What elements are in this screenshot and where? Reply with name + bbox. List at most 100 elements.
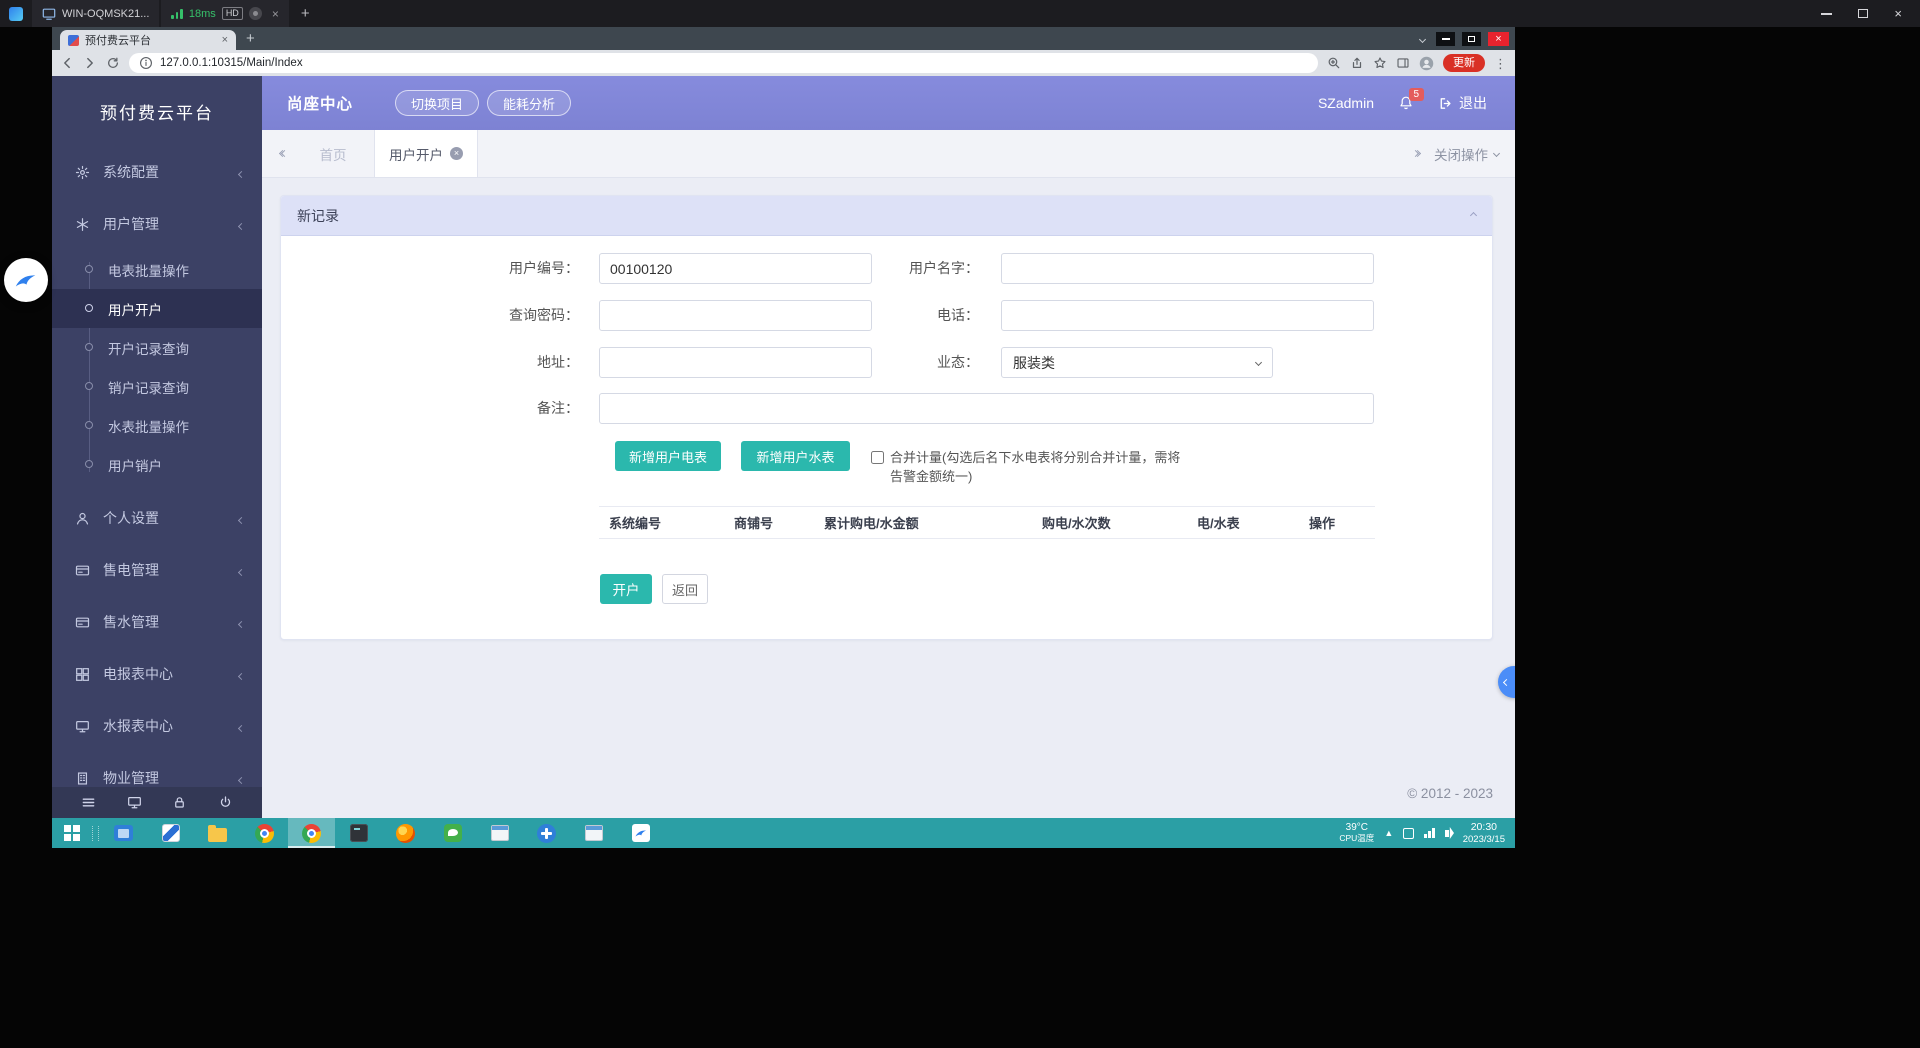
browser-close-button[interactable]: × (1488, 32, 1509, 46)
refresh-icon[interactable] (106, 56, 120, 70)
taskbar-app-5-active[interactable] (288, 818, 335, 848)
new-session-button[interactable]: + (301, 6, 310, 21)
taskbar-app-11[interactable] (570, 818, 617, 848)
profile-avatar[interactable] (1419, 56, 1434, 71)
site-info-icon[interactable] (139, 56, 153, 70)
phone-label: 电话： (809, 300, 979, 331)
lock-icon[interactable] (172, 795, 187, 810)
add-electric-meter-button[interactable]: 新增用户电表 (615, 441, 721, 471)
browser-tab-title: 预付费云平台 (85, 32, 216, 48)
clock-date: 2023/3/15 (1463, 834, 1505, 846)
taskbar-app-9[interactable] (476, 818, 523, 848)
bookmark-star-icon[interactable] (1373, 56, 1387, 70)
sidebar-subitem-meter-batch-ops[interactable]: 电表批量操作 (52, 250, 262, 289)
logout-label: 退出 (1459, 93, 1487, 113)
share-icon[interactable] (1350, 56, 1364, 70)
add-water-meter-button[interactable]: 新增用户水表 (741, 441, 850, 471)
sidebar-item-personal-settings[interactable]: 个人设置 (52, 492, 262, 544)
user-name-label: 用户名字： (809, 253, 979, 284)
close-operations-dropdown[interactable]: 关闭操作 (1434, 144, 1499, 164)
maximize-icon[interactable] (1858, 9, 1868, 18)
remark-input[interactable] (599, 393, 1374, 424)
taskbar-clock[interactable]: 20:30 2023/3/15 (1463, 821, 1505, 846)
taskbar-app-6[interactable] (335, 818, 382, 848)
network-icon[interactable] (1424, 828, 1435, 838)
sidebar-item-electricity-sales[interactable]: 售电管理 (52, 544, 262, 596)
phone-input[interactable] (1001, 300, 1374, 331)
content-area: 新记录 用户编号： 用户名字： 查询密码： 电话： 地址： (262, 178, 1515, 818)
power-icon[interactable] (218, 795, 233, 810)
hamburger-menu-icon[interactable] (81, 795, 96, 810)
collapse-panel-icon[interactable] (1471, 213, 1476, 218)
sidebar-subitem-user-close-account[interactable]: 用户销户 (52, 445, 262, 484)
chevron-down-icon (1255, 359, 1262, 366)
panel-header: 新记录 (281, 196, 1492, 236)
zoom-icon[interactable] (1327, 56, 1341, 70)
tab-close-icon[interactable]: × (450, 147, 463, 160)
taskbar-app-7[interactable] (382, 818, 429, 848)
tab-search-icon[interactable] (1420, 37, 1425, 42)
browser-minimize-button[interactable] (1436, 32, 1455, 46)
open-account-button[interactable]: 开户 (600, 574, 652, 604)
browser-update-button[interactable]: 更新 (1443, 54, 1485, 72)
back-button[interactable]: 返回 (662, 574, 708, 604)
taskbar-app-8[interactable] (429, 818, 476, 848)
chrome-icon (255, 824, 274, 843)
sidebar-item-user-management[interactable]: 用户管理 (52, 198, 262, 250)
taskbar-app-12[interactable] (617, 818, 664, 848)
sidebar-subitem-user-open-account[interactable]: 用户开户 (52, 289, 262, 328)
panel-title: 新记录 (297, 206, 339, 226)
new-tab-button[interactable]: + (246, 31, 255, 46)
close-icon[interactable]: × (1894, 7, 1902, 20)
remote-machine-name: WIN-OQMSK21... (62, 8, 149, 20)
business-type-select[interactable]: 服装类 (1001, 347, 1273, 378)
sidebar-item-system-config[interactable]: 系统配置 (52, 146, 262, 198)
start-button[interactable] (52, 818, 92, 848)
remote-tool-floating-ball[interactable] (4, 258, 48, 302)
notifications-button[interactable]: 5 (1398, 95, 1414, 111)
col-actions: 操作 (1299, 513, 1375, 532)
side-panel-icon[interactable] (1396, 56, 1410, 70)
back-icon[interactable] (60, 56, 74, 70)
logout-button[interactable]: 退出 (1438, 93, 1487, 113)
user-name-input[interactable] (1001, 253, 1374, 284)
tab-user-open-account[interactable]: 用户开户 × (374, 130, 478, 177)
username[interactable]: SZadmin (1318, 95, 1374, 111)
remote-session-tab[interactable]: WIN-OQMSK21... (32, 0, 159, 27)
sidebar-subitem-close-account-records[interactable]: 销户记录查询 (52, 367, 262, 406)
windows-logo-icon (64, 825, 80, 841)
address-bar[interactable]: 127.0.0.1:10315/Main/Index (129, 53, 1318, 73)
monitor-icon[interactable] (127, 795, 142, 810)
system-tray: 39°C CPU温度 ▲ 20:30 2023/3/15 (1339, 821, 1515, 846)
switch-project-button[interactable]: 切换项目 (395, 90, 479, 116)
minimize-icon[interactable] (1821, 13, 1832, 15)
browser-maximize-button[interactable] (1462, 32, 1481, 46)
taskbar-apps (100, 818, 664, 848)
tab-close-icon[interactable]: × (222, 35, 228, 46)
remote-status-tab[interactable]: 18ms HD × (161, 0, 288, 27)
tab-home[interactable]: 首页 (302, 144, 364, 164)
browser-tab[interactable]: 预付费云平台 × (60, 30, 236, 50)
merge-metering-checkbox[interactable] (871, 451, 884, 464)
taskbar-app-3[interactable] (194, 818, 241, 848)
taskbar-app-2[interactable] (147, 818, 194, 848)
tray-app-icon[interactable] (1403, 828, 1414, 839)
forward-icon[interactable] (83, 56, 97, 70)
tray-expand-icon[interactable]: ▲ (1384, 829, 1393, 838)
sidebar-item-water-sales[interactable]: 售水管理 (52, 596, 262, 648)
sidebar-item-water-report-center[interactable]: 水报表中心 (52, 700, 262, 752)
browser-menu-icon[interactable]: ⋮ (1494, 57, 1507, 70)
taskbar-app-1[interactable] (100, 818, 147, 848)
volume-icon[interactable] (1445, 830, 1449, 837)
close-session-icon[interactable]: × (272, 8, 279, 20)
url-text: 127.0.0.1:10315/Main/Index (160, 57, 303, 69)
scroll-tabs-right-button[interactable] (1413, 151, 1420, 156)
sidebar-subitem-water-meter-batch-ops[interactable]: 水表批量操作 (52, 406, 262, 445)
taskbar-app-4[interactable] (241, 818, 288, 848)
taskbar-app-10[interactable] (523, 818, 570, 848)
scroll-tabs-left-button[interactable] (280, 151, 287, 156)
blue-settings-icon (537, 824, 556, 843)
sidebar-item-electricity-report-center[interactable]: 电报表中心 (52, 648, 262, 700)
sidebar-subitem-open-account-records[interactable]: 开户记录查询 (52, 328, 262, 367)
energy-analysis-button[interactable]: 能耗分析 (487, 90, 571, 116)
